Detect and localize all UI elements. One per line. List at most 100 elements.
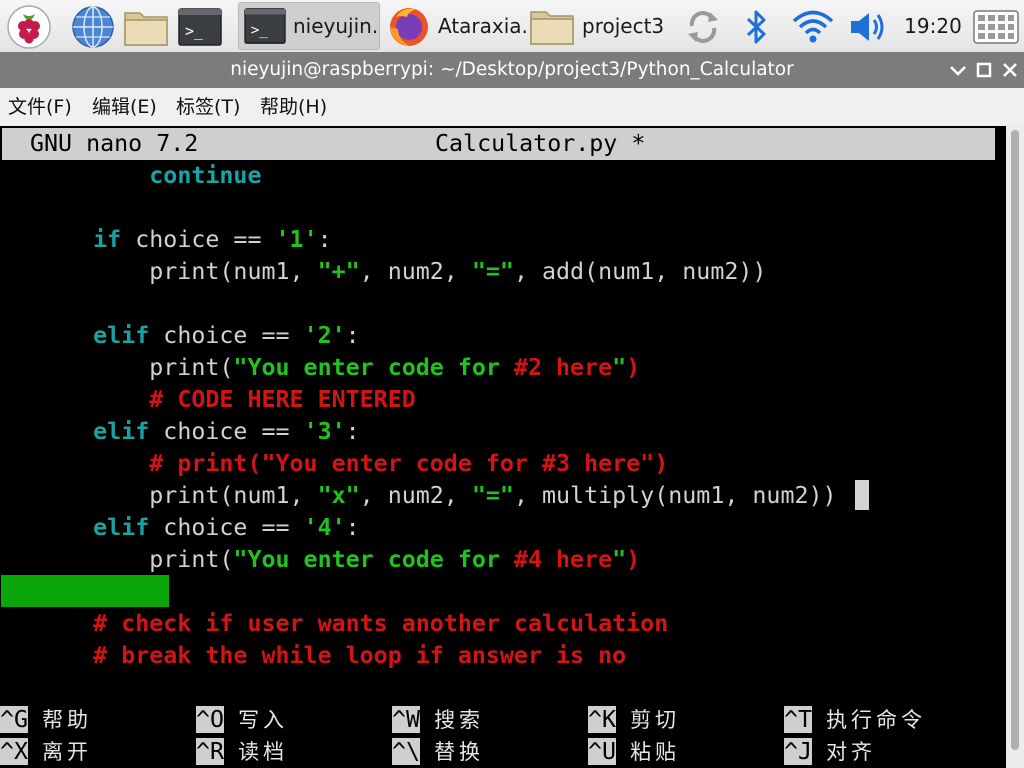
code-line: print("You enter code for #4 here") <box>9 544 640 576</box>
whitespace-highlight <box>1 575 169 607</box>
code-token: "=" <box>471 482 514 509</box>
code-line: print("You enter code for #2 here") <box>9 352 640 384</box>
shortcut-key: ^\ <box>392 738 421 765</box>
minimize-icon[interactable] <box>946 58 970 82</box>
code-line: # CODE HERE ENTERED <box>9 384 416 416</box>
code-token: print(num1, <box>9 482 318 509</box>
code-token: # CODE HERE ENTERED <box>149 386 416 413</box>
shortcut-label: 粘贴 <box>630 740 681 764</box>
text-cursor <box>855 480 869 510</box>
task-label: Ataraxia.. <box>438 14 526 38</box>
code-token: , multiply(num1, num2)) <box>513 482 837 509</box>
code-token: , add(num1, num2)) <box>513 258 767 285</box>
shortcut-label: 读档 <box>238 740 289 764</box>
clock[interactable]: 19:20 <box>900 0 966 52</box>
code-token: ) <box>626 354 641 381</box>
code-token: : <box>345 418 360 445</box>
code-token: # check if user wants another calculatio… <box>93 610 669 637</box>
shortcut-item: ^K 剪切 <box>588 704 680 736</box>
shortcut-key: ^R <box>196 738 225 765</box>
shortcut-label: 离开 <box>42 740 93 764</box>
scrollbar-thumb[interactable] <box>1011 130 1019 750</box>
code-token: choice == <box>149 514 304 541</box>
code-line: elif choice == '3': <box>9 416 360 448</box>
file-manager-icon[interactable] <box>122 4 168 50</box>
code-token: elif <box>93 322 150 349</box>
shortcut-item: ^X 离开 <box>0 736 92 768</box>
terminal-area[interactable]: GNU nano 7.2 Calculator.py * continue if… <box>0 126 1006 768</box>
code-token: # print("You enter code for #3 here") <box>149 450 669 477</box>
code-token: '3' <box>303 418 346 445</box>
task-project3-folder[interactable]: project3 <box>528 2 668 50</box>
code-line: elif choice == '2': <box>9 320 360 352</box>
close-icon[interactable] <box>998 58 1022 82</box>
task-label: project3 <box>582 14 665 38</box>
shortcut-label: 替换 <box>434 740 485 764</box>
firefox-icon <box>386 3 432 49</box>
wifi-icon[interactable] <box>790 4 836 50</box>
menu-bar: 文件(F) 编辑(E) 标签(T) 帮助(H) <box>0 88 1024 126</box>
code-token: elif <box>93 514 150 541</box>
window-title-bar[interactable]: nieyujin@raspberrypi: ~/Desktop/project3… <box>0 52 1024 88</box>
task-firefox[interactable]: Ataraxia.. <box>384 2 526 50</box>
code-token: print( <box>9 546 234 573</box>
code-line: continue <box>9 160 261 192</box>
code-token: #4 here <box>513 546 613 573</box>
shortcut-label: 剪切 <box>630 708 681 732</box>
shortcut-item: ^T 执行命令 <box>784 704 926 736</box>
shortcut-item: ^J 对齐 <box>784 736 876 768</box>
volume-icon[interactable] <box>845 4 891 50</box>
web-browser-icon[interactable] <box>70 4 116 50</box>
code-line: # print("You enter code for #3 here") <box>9 448 668 480</box>
shortcut-item: ^O 写入 <box>196 704 288 736</box>
menu-help[interactable]: 帮助(H) <box>260 88 327 126</box>
code-token: choice == <box>121 226 276 253</box>
code-line: # break the while loop if answer is no <box>9 640 626 672</box>
shortcut-item: ^G 帮助 <box>0 704 92 736</box>
bluetooth-icon[interactable] <box>733 4 779 50</box>
task-terminal[interactable]: >_ nieyujin.. <box>238 2 380 50</box>
code-token: choice == <box>149 322 304 349</box>
nano-version: GNU nano 7.2 <box>30 130 199 157</box>
code-token: ) <box>626 546 641 573</box>
nano-header: GNU nano 7.2 Calculator.py * <box>2 128 995 160</box>
shortcut-key: ^G <box>0 706 29 733</box>
code-token: print(num1, <box>9 258 318 285</box>
shortcut-key: ^T <box>784 706 813 733</box>
menu-file[interactable]: 文件(F) <box>8 88 72 126</box>
terminal-scrollbar[interactable] <box>1006 126 1024 768</box>
taskbar: >_ >_ nieyujin.. Ataraxia.. project3 19:… <box>0 0 1024 52</box>
raspberry-pi-menu-icon[interactable] <box>6 4 52 50</box>
code-line: print(num1, "x", num2, "=", multiply(num… <box>9 480 837 512</box>
code-line: elif choice == '4': <box>9 512 360 544</box>
shortcut-label: 搜索 <box>434 708 485 732</box>
maximize-icon[interactable] <box>972 58 996 82</box>
code-token: print( <box>9 354 234 381</box>
code-line: print(num1, "+", num2, "=", add(num1, nu… <box>9 256 766 288</box>
menu-edit[interactable]: 编辑(E) <box>92 88 157 126</box>
shortcut-key: ^U <box>588 738 617 765</box>
shortcut-label: 写入 <box>238 708 289 732</box>
folder-icon <box>528 3 576 49</box>
code-token: if <box>93 226 122 253</box>
code-token: : <box>345 514 360 541</box>
svg-text:>_: >_ <box>251 23 269 39</box>
app-grid-icon[interactable] <box>972 4 1019 50</box>
code-token: # break the while loop if answer is no <box>93 642 627 669</box>
menu-tabs[interactable]: 标签(T) <box>176 88 240 126</box>
terminal-icon[interactable]: >_ <box>177 4 223 50</box>
code-token: continue <box>149 162 262 189</box>
code-line: if choice == '1': <box>9 224 331 256</box>
code-token: '2' <box>303 322 346 349</box>
code-token: #2 here <box>513 354 613 381</box>
sync-icon[interactable] <box>680 4 726 50</box>
code-token: '4' <box>303 514 346 541</box>
